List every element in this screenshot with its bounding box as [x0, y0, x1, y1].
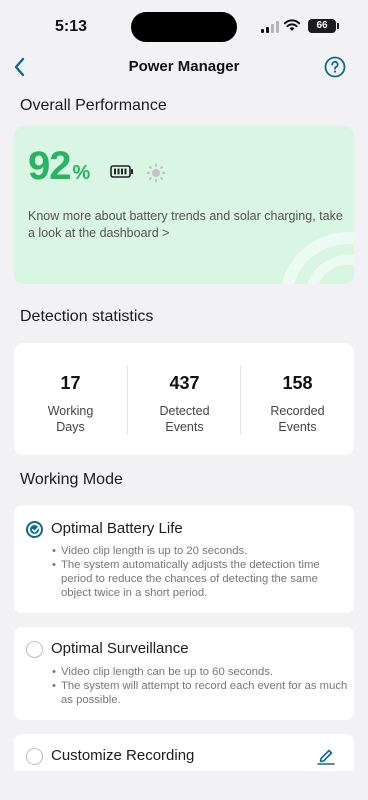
stat-label: Working Days: [47, 404, 94, 434]
mode-bullet: Video clip length can be up to 60 second…: [52, 665, 348, 679]
status-time: 5:13: [55, 18, 88, 35]
wifi-icon: [283, 19, 301, 31]
stat-value: 437: [169, 373, 200, 393]
mode-option-optimal-surveillance[interactable]: Optimal Surveillance Video clip length c…: [14, 627, 354, 720]
performance-value: 92%: [28, 144, 90, 189]
stat-working-days: 17 Working Days: [14, 343, 127, 455]
decorative-watermark-icon: [281, 232, 354, 284]
stat-value: 17: [60, 373, 81, 393]
radio-unselected[interactable]: [26, 748, 43, 765]
mode-description: Video clip length can be up to 60 second…: [52, 665, 348, 707]
stat-recorded-events: 158 Recorded Events: [241, 343, 354, 455]
mode-title: Optimal Battery Life: [51, 520, 183, 537]
radio-selected[interactable]: [26, 521, 43, 538]
mode-bullet: Video clip length is up to 20 seconds.: [52, 544, 348, 558]
mode-bullet: The system automatically adjusts the det…: [52, 558, 348, 600]
mode-title: Customize Recording: [51, 747, 195, 764]
performance-percent: 92: [28, 144, 71, 188]
stat-label: Detected Events: [159, 404, 210, 434]
stats-card: 17 Working Days 437 Detected Events 158 …: [14, 343, 354, 455]
mode-description: Video clip length is up to 20 seconds. T…: [52, 544, 348, 600]
battery-status-icon: 66: [308, 19, 339, 33]
checkmark-icon: [31, 526, 40, 533]
stat-detected-events: 437 Detected Events: [128, 343, 241, 455]
page-title: Power Manager: [128, 58, 240, 75]
help-button[interactable]: [324, 56, 346, 78]
radio-unselected[interactable]: [26, 641, 43, 658]
performance-card[interactable]: 92% Know more about battery trends and s…: [14, 126, 354, 284]
edit-icon[interactable]: [316, 745, 336, 765]
mode-option-optimal-battery-life[interactable]: Optimal Battery Life Video clip length i…: [14, 505, 354, 613]
sun-icon: [146, 163, 166, 183]
cellular-signal-icon: [261, 21, 279, 33]
working-mode-heading: Working Mode: [20, 471, 123, 488]
mode-option-customize-recording[interactable]: Customize Recording: [14, 734, 354, 771]
dynamic-island: [131, 12, 237, 42]
battery-icon: [110, 165, 133, 178]
stat-value: 158: [282, 373, 313, 393]
nav-bar: Power Manager: [0, 52, 368, 82]
stat-label: Recorded Events: [270, 404, 325, 434]
status-bar: 5:13 66: [0, 0, 368, 52]
detection-statistics-heading: Detection statistics: [20, 308, 154, 325]
mode-title: Optimal Surveillance: [51, 640, 189, 657]
overall-performance-heading: Overall Performance: [20, 97, 167, 114]
mode-bullet: The system will attempt to record each e…: [52, 679, 348, 707]
performance-unit: %: [72, 162, 91, 184]
